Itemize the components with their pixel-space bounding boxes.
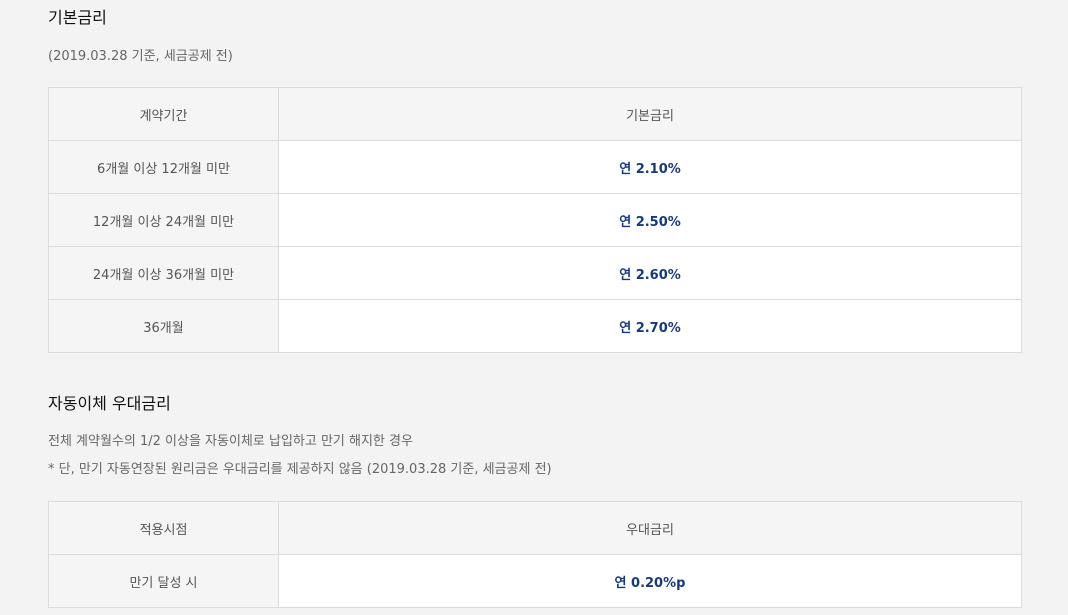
rate-cell: 연 2.70%: [278, 299, 1022, 353]
auto-transfer-title: 자동이체 우대금리: [48, 394, 171, 413]
rate-cell: 연 0.20%p: [278, 554, 1022, 608]
period-cell: 6개월 이상 12개월 미만: [48, 140, 279, 194]
period-cell: 24개월 이상 36개월 미만: [48, 246, 279, 300]
table-row: 6개월 이상 12개월 미만 연 2.10%: [48, 140, 1022, 194]
rate-cell: 연 2.50%: [278, 193, 1022, 247]
period-cell: 12개월 이상 24개월 미만: [48, 193, 279, 247]
table-row: 12개월 이상 24개월 미만 연 2.50%: [48, 193, 1022, 247]
base-rate-title: 기본금리: [48, 8, 107, 27]
column-header-applied-time: 적용시점: [48, 501, 279, 555]
table-header-row: 적용시점 우대금리: [48, 501, 1022, 555]
table-row: 36개월 연 2.70%: [48, 299, 1022, 353]
base-rate-note: (2019.03.28 기준, 세금공제 전): [48, 49, 233, 64]
table-header-row: 계약기간 기본금리: [48, 87, 1022, 141]
rate-cell: 연 2.60%: [278, 246, 1022, 300]
auto-transfer-condition: 전체 계약월수의 1/2 이상을 자동이체로 납입하고 만기 해지한 경우: [48, 434, 413, 449]
preferential-rate-table: 적용시점 우대금리 만기 달성 시 연 0.20%p: [48, 501, 1022, 608]
auto-transfer-footnote: * 단, 만기 자동연장된 원리금은 우대금리를 제공하지 않음 (2019.0…: [48, 462, 552, 477]
rate-cell: 연 2.10%: [278, 140, 1022, 194]
table-row: 만기 달성 시 연 0.20%p: [48, 554, 1022, 608]
column-header-preferential-rate: 우대금리: [278, 501, 1022, 555]
base-rate-table: 계약기간 기본금리 6개월 이상 12개월 미만 연 2.10% 12개월 이상…: [48, 87, 1022, 353]
table-row: 24개월 이상 36개월 미만 연 2.60%: [48, 246, 1022, 300]
period-cell: 36개월: [48, 299, 279, 353]
applied-time-cell: 만기 달성 시: [48, 554, 279, 608]
column-header-period: 계약기간: [48, 87, 279, 141]
column-header-rate: 기본금리: [278, 87, 1022, 141]
page: 기본금리 (2019.03.28 기준, 세금공제 전) 계약기간 기본금리 6…: [0, 0, 1068, 615]
